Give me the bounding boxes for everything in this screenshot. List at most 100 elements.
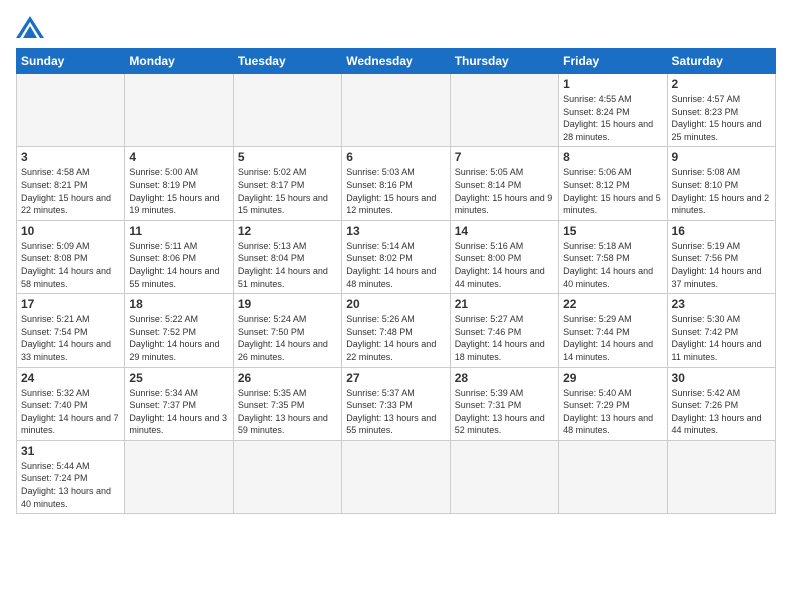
day-number: 30	[672, 371, 771, 385]
day-info: Sunrise: 5:42 AM Sunset: 7:26 PM Dayligh…	[672, 387, 771, 437]
calendar-cell	[233, 74, 341, 147]
col-header-monday: Monday	[125, 49, 233, 74]
day-info: Sunrise: 5:24 AM Sunset: 7:50 PM Dayligh…	[238, 313, 337, 363]
logo	[16, 16, 48, 38]
day-number: 4	[129, 150, 228, 164]
day-number: 29	[563, 371, 662, 385]
calendar-cell: 9Sunrise: 5:08 AM Sunset: 8:10 PM Daylig…	[667, 147, 775, 220]
day-number: 25	[129, 371, 228, 385]
day-number: 10	[21, 224, 120, 238]
day-info: Sunrise: 5:35 AM Sunset: 7:35 PM Dayligh…	[238, 387, 337, 437]
day-info: Sunrise: 5:05 AM Sunset: 8:14 PM Dayligh…	[455, 166, 554, 216]
calendar-cell: 31 Sunrise: 5:44 AM Sunset: 7:24 PM Dayli…	[17, 440, 125, 513]
calendar-cell: 7 Sunrise: 5:05 AM Sunset: 8:14 PM Daylig…	[450, 147, 558, 220]
day-number: 15	[563, 224, 662, 238]
calendar-cell: 23Sunrise: 5:30 AM Sunset: 7:42 PM Dayli…	[667, 294, 775, 367]
col-header-tuesday: Tuesday	[233, 49, 341, 74]
calendar-cell: 2 Sunrise: 4:57 AM Sunset: 8:23 PM Daylig…	[667, 74, 775, 147]
calendar-week-5: 31 Sunrise: 5:44 AM Sunset: 7:24 PM Dayli…	[17, 440, 776, 513]
calendar-cell	[450, 74, 558, 147]
calendar-week-4: 24 Sunrise: 5:32 AM Sunset: 7:40 PM Dayli…	[17, 367, 776, 440]
calendar-cell: 17 Sunrise: 5:21 AM Sunset: 7:54 PM Dayli…	[17, 294, 125, 367]
day-info: Sunrise: 5:26 AM Sunset: 7:48 PM Dayligh…	[346, 313, 445, 363]
calendar-cell: 28Sunrise: 5:39 AM Sunset: 7:31 PM Dayli…	[450, 367, 558, 440]
calendar-cell: 26 Sunrise: 5:35 AM Sunset: 7:35 PM Dayli…	[233, 367, 341, 440]
day-info: Sunrise: 5:40 AM Sunset: 7:29 PM Dayligh…	[563, 387, 662, 437]
page: SundayMondayTuesdayWednesdayThursdayFrid…	[0, 0, 792, 612]
calendar-cell: 3 Sunrise: 4:58 AM Sunset: 8:21 PM Daylig…	[17, 147, 125, 220]
day-info: Sunrise: 4:57 AM Sunset: 8:23 PM Dayligh…	[672, 93, 771, 143]
calendar-cell	[233, 440, 341, 513]
header	[16, 16, 776, 38]
calendar-cell: 20 Sunrise: 5:26 AM Sunset: 7:48 PM Dayli…	[342, 294, 450, 367]
day-number: 18	[129, 297, 228, 311]
calendar-cell: 15Sunrise: 5:18 AM Sunset: 7:58 PM Dayli…	[559, 220, 667, 293]
col-header-thursday: Thursday	[450, 49, 558, 74]
calendar-cell: 27 Sunrise: 5:37 AM Sunset: 7:33 PM Dayli…	[342, 367, 450, 440]
day-number: 26	[238, 371, 337, 385]
calendar-cell: 5Sunrise: 5:02 AM Sunset: 8:17 PM Daylig…	[233, 147, 341, 220]
day-info: Sunrise: 5:30 AM Sunset: 7:42 PM Dayligh…	[672, 313, 771, 363]
day-number: 20	[346, 297, 445, 311]
day-info: Sunrise: 5:34 AM Sunset: 7:37 PM Dayligh…	[129, 387, 228, 437]
day-number: 17	[21, 297, 120, 311]
day-number: 6	[346, 150, 445, 164]
day-number: 2	[672, 77, 771, 91]
day-info: Sunrise: 5:37 AM Sunset: 7:33 PM Dayligh…	[346, 387, 445, 437]
day-number: 21	[455, 297, 554, 311]
calendar-body: 1 Sunrise: 4:55 AM Sunset: 8:24 PM Daylig…	[17, 74, 776, 514]
calendar-cell	[342, 440, 450, 513]
day-number: 27	[346, 371, 445, 385]
day-number: 3	[21, 150, 120, 164]
day-number: 22	[563, 297, 662, 311]
calendar-cell: 18 Sunrise: 5:22 AM Sunset: 7:52 PM Dayli…	[125, 294, 233, 367]
day-number: 7	[455, 150, 554, 164]
day-number: 11	[129, 224, 228, 238]
col-header-sunday: Sunday	[17, 49, 125, 74]
calendar-cell: 16Sunrise: 5:19 AM Sunset: 7:56 PM Dayli…	[667, 220, 775, 293]
calendar-week-0: 1 Sunrise: 4:55 AM Sunset: 8:24 PM Daylig…	[17, 74, 776, 147]
day-number: 12	[238, 224, 337, 238]
col-header-wednesday: Wednesday	[342, 49, 450, 74]
calendar-cell: 21Sunrise: 5:27 AM Sunset: 7:46 PM Dayli…	[450, 294, 558, 367]
calendar-cell	[17, 74, 125, 147]
calendar-cell: 6 Sunrise: 5:03 AM Sunset: 8:16 PM Daylig…	[342, 147, 450, 220]
day-info: Sunrise: 4:55 AM Sunset: 8:24 PM Dayligh…	[563, 93, 662, 143]
calendar-cell: 8Sunrise: 5:06 AM Sunset: 8:12 PM Daylig…	[559, 147, 667, 220]
day-number: 14	[455, 224, 554, 238]
day-info: Sunrise: 5:03 AM Sunset: 8:16 PM Dayligh…	[346, 166, 445, 216]
day-info: Sunrise: 4:58 AM Sunset: 8:21 PM Dayligh…	[21, 166, 120, 216]
calendar-cell: 30 Sunrise: 5:42 AM Sunset: 7:26 PM Dayli…	[667, 367, 775, 440]
day-number: 13	[346, 224, 445, 238]
calendar-cell	[342, 74, 450, 147]
calendar-week-1: 3 Sunrise: 4:58 AM Sunset: 8:21 PM Daylig…	[17, 147, 776, 220]
day-number: 1	[563, 77, 662, 91]
calendar-cell: 14Sunrise: 5:16 AM Sunset: 8:00 PM Dayli…	[450, 220, 558, 293]
calendar-header: SundayMondayTuesdayWednesdayThursdayFrid…	[17, 49, 776, 74]
day-info: Sunrise: 5:02 AM Sunset: 8:17 PM Dayligh…	[238, 166, 337, 216]
day-info: Sunrise: 5:13 AM Sunset: 8:04 PM Dayligh…	[238, 240, 337, 290]
day-number: 9	[672, 150, 771, 164]
calendar-cell	[125, 440, 233, 513]
day-info: Sunrise: 5:22 AM Sunset: 7:52 PM Dayligh…	[129, 313, 228, 363]
calendar-cell	[125, 74, 233, 147]
day-info: Sunrise: 5:14 AM Sunset: 8:02 PM Dayligh…	[346, 240, 445, 290]
day-info: Sunrise: 5:11 AM Sunset: 8:06 PM Dayligh…	[129, 240, 228, 290]
day-info: Sunrise: 5:44 AM Sunset: 7:24 PM Dayligh…	[21, 460, 120, 510]
day-number: 24	[21, 371, 120, 385]
calendar-cell: 1 Sunrise: 4:55 AM Sunset: 8:24 PM Daylig…	[559, 74, 667, 147]
calendar-week-3: 17 Sunrise: 5:21 AM Sunset: 7:54 PM Dayli…	[17, 294, 776, 367]
day-info: Sunrise: 5:21 AM Sunset: 7:54 PM Dayligh…	[21, 313, 120, 363]
calendar-cell: 4 Sunrise: 5:00 AM Sunset: 8:19 PM Daylig…	[125, 147, 233, 220]
day-number: 19	[238, 297, 337, 311]
day-number: 31	[21, 444, 120, 458]
calendar-cell: 25 Sunrise: 5:34 AM Sunset: 7:37 PM Dayli…	[125, 367, 233, 440]
day-info: Sunrise: 5:32 AM Sunset: 7:40 PM Dayligh…	[21, 387, 120, 437]
col-header-saturday: Saturday	[667, 49, 775, 74]
calendar-cell: 29 Sunrise: 5:40 AM Sunset: 7:29 PM Dayli…	[559, 367, 667, 440]
calendar-cell: 10Sunrise: 5:09 AM Sunset: 8:08 PM Dayli…	[17, 220, 125, 293]
day-info: Sunrise: 5:00 AM Sunset: 8:19 PM Dayligh…	[129, 166, 228, 216]
calendar-table: SundayMondayTuesdayWednesdayThursdayFrid…	[16, 48, 776, 514]
calendar-cell	[667, 440, 775, 513]
day-info: Sunrise: 5:19 AM Sunset: 7:56 PM Dayligh…	[672, 240, 771, 290]
